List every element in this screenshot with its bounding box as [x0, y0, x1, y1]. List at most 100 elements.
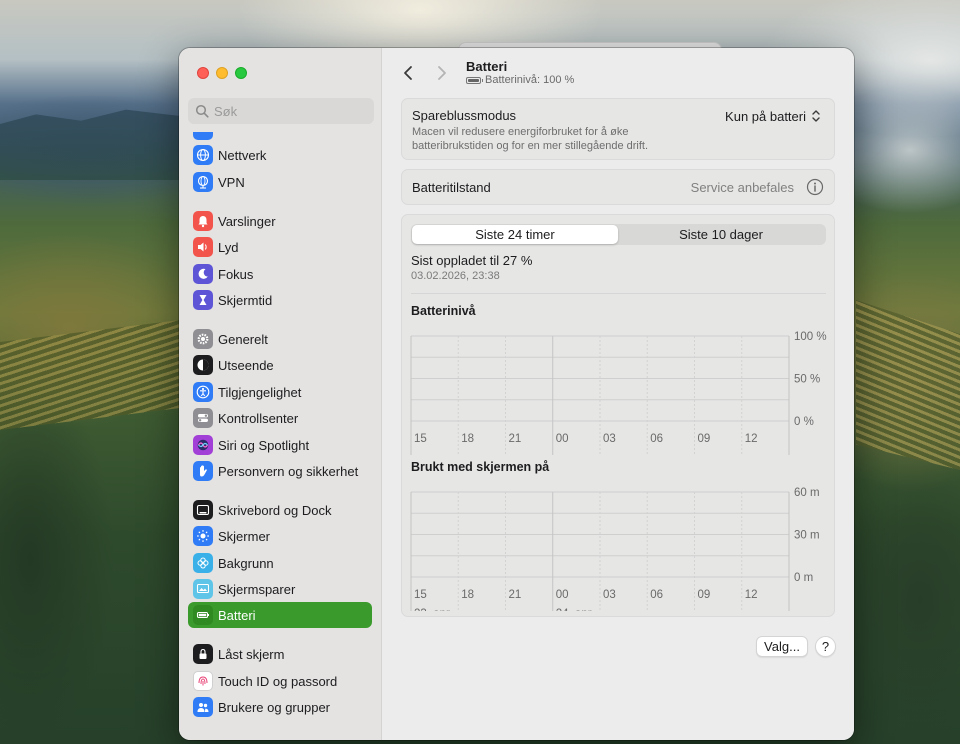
- battery-health-title: Batteritilstand: [412, 180, 491, 195]
- last-charged-text: Sist oppladet til 27 %: [411, 253, 533, 268]
- x-tick-label: 06: [650, 589, 663, 601]
- x-tick-label: 15: [414, 589, 427, 601]
- sidebar-item-personvern[interactable]: Personvern og sikkerhet: [188, 458, 372, 484]
- fingerprint-icon: [193, 671, 213, 691]
- toggles-icon: [193, 408, 213, 428]
- sun-icon: [193, 526, 213, 546]
- settings-window: Søk Nettverk VPN Varslinger Lyd Fokus Skjermt…: [179, 48, 854, 740]
- bell-icon: [193, 211, 213, 231]
- tab-last-24-hours[interactable]: Siste 24 timer: [412, 225, 618, 244]
- sidebar-item-utseende[interactable]: Utseende: [188, 352, 372, 378]
- sidebar-item-lyd[interactable]: Lyd: [188, 234, 372, 260]
- zoom-window-button[interactable]: [235, 67, 247, 79]
- sidebar-item-label: VPN: [218, 174, 245, 190]
- sidebar-item-fokus[interactable]: Fokus: [188, 261, 372, 287]
- x-tick-label: 09: [698, 433, 711, 445]
- battery-health-value: Service anbefales: [690, 180, 794, 195]
- hourglass-icon: [193, 290, 213, 310]
- chevron-right-icon: [438, 66, 446, 80]
- battery-usage-card: Siste 24 timer Siste 10 dager Sist oppla…: [401, 214, 835, 617]
- sidebar-item-label: Kontrollsenter: [218, 410, 299, 426]
- sidebar-item-last-skjerm[interactable]: Låst skjerm: [188, 641, 372, 667]
- x-tick-label: 15: [414, 433, 427, 445]
- sidebar-list: Nettverk VPN Varslinger Lyd Fokus Skjermtid Ge…: [179, 132, 382, 740]
- back-button[interactable]: [398, 62, 418, 84]
- screensaver-icon: [193, 579, 213, 599]
- sidebar-item-label: Fokus: [218, 266, 254, 282]
- tab-last-10-days[interactable]: Siste 10 dager: [618, 225, 824, 244]
- x-tick-label: 09: [698, 589, 711, 601]
- low-power-description: Macen vil redusere energiforbruket for å…: [412, 126, 649, 152]
- sidebar-item-label: Varslinger: [218, 213, 276, 229]
- sidebar-item-batteri[interactable]: Batteri: [188, 602, 372, 628]
- forward-button[interactable]: [432, 62, 452, 84]
- search-input[interactable]: Søk: [188, 98, 374, 124]
- sidebar-item-label: Skjermsparer: [218, 581, 296, 597]
- hand-icon: [193, 461, 213, 481]
- x-tick-label: 21: [509, 589, 522, 601]
- sidebar-item-skjermer[interactable]: Skjermer: [188, 523, 372, 549]
- x-tick-label: 18: [461, 589, 474, 601]
- x-tick-label: 06: [650, 433, 663, 445]
- sidebar-item-kontrollsenter[interactable]: Kontrollsenter: [188, 405, 372, 431]
- sidebar-item-vpn[interactable]: VPN: [188, 169, 372, 195]
- sidebar-item-label: Touch ID og passord: [218, 673, 338, 689]
- y-tick-label: 100 %: [794, 331, 827, 343]
- y-tick-label: 30 m: [794, 530, 820, 542]
- page-subtitle: Batterinivå: 100 %: [466, 74, 574, 86]
- sidebar-item-label: Personvern og sikkerhet: [218, 463, 359, 479]
- sidebar-item-touch-id[interactable]: Touch ID og passord: [188, 668, 372, 694]
- sidebar-item-siri[interactable]: Siri og Spotlight: [188, 432, 372, 458]
- x-tick-label: 18: [461, 433, 474, 445]
- low-power-title: Spareblussmodus: [412, 108, 517, 123]
- main-content: Batteri Batterinivå: 100 % Spareblussmod…: [383, 48, 854, 740]
- battery-level-chart: 100 % 50 % 0 % 15 18 21 00 03 06 09 12: [410, 331, 827, 455]
- x-tick-label: 03: [603, 589, 616, 601]
- sidebar-item-skjermtid[interactable]: Skjermtid: [188, 287, 372, 313]
- close-window-button[interactable]: [197, 67, 209, 79]
- up-down-chevron-icon: [812, 110, 820, 122]
- last-charged-date: 03.02.2026, 23:38: [411, 270, 500, 282]
- x-tick-label: 00: [556, 433, 569, 445]
- sidebar-item-label: Tilgjengelighet: [218, 384, 302, 400]
- sidebar-item-label: Siri og Spotlight: [218, 437, 310, 453]
- options-button[interactable]: Valg...: [756, 636, 808, 657]
- search-placeholder: Søk: [214, 103, 238, 119]
- sidebar-item-skjermsparer[interactable]: Skjermsparer: [188, 576, 372, 602]
- date-label: 23. apr.: [414, 608, 452, 611]
- sidebar-item-label: Skjermer: [218, 528, 271, 544]
- partial-item-icon: [193, 132, 213, 140]
- low-power-select[interactable]: Kun på batteri: [725, 108, 822, 124]
- x-tick-label: 03: [603, 433, 616, 445]
- battery-icon: [466, 76, 483, 84]
- users-icon: [193, 697, 213, 717]
- globe-network-icon: [193, 172, 213, 192]
- wallpaper-vineyard-left: [0, 320, 180, 430]
- moon-icon: [193, 264, 213, 284]
- sidebar-item-generelt[interactable]: Generelt: [188, 326, 372, 352]
- sidebar-item-skrivebord[interactable]: Skrivebord og Dock: [188, 497, 372, 523]
- page-title: Batteri: [466, 59, 508, 74]
- y-tick-label: 60 m: [794, 487, 820, 499]
- sidebar-item-label: Nettverk: [218, 147, 267, 163]
- sidebar-item-varslinger[interactable]: Varslinger: [188, 208, 372, 234]
- sidebar-item-bakgrunn[interactable]: Bakgrunn: [188, 550, 372, 576]
- x-tick-label: 12: [745, 433, 758, 445]
- sidebar-item-label: Lyd: [218, 239, 239, 255]
- info-icon[interactable]: [806, 178, 824, 196]
- minimize-window-button[interactable]: [216, 67, 228, 79]
- sidebar-item-label: Generelt: [218, 331, 268, 347]
- sidebar-item-nettverk[interactable]: Nettverk: [188, 142, 372, 168]
- time-range-segmented-control: Siste 24 timer Siste 10 dager: [411, 224, 826, 245]
- sidebar-item-brukere[interactable]: Brukere og grupper: [188, 694, 372, 720]
- accessibility-icon: [193, 382, 213, 402]
- help-button[interactable]: ?: [815, 636, 836, 657]
- x-tick-label: 00: [556, 589, 569, 601]
- y-tick-label: 0 m: [794, 572, 813, 584]
- globe-icon: [193, 145, 213, 165]
- divider: [411, 293, 826, 294]
- sidebar-item-label: Skrivebord og Dock: [218, 502, 332, 518]
- sidebar-item-tilgjengelighet[interactable]: Tilgjengelighet: [188, 379, 372, 405]
- chevron-left-icon: [404, 66, 412, 80]
- low-power-select-value: Kun på batteri: [725, 108, 806, 124]
